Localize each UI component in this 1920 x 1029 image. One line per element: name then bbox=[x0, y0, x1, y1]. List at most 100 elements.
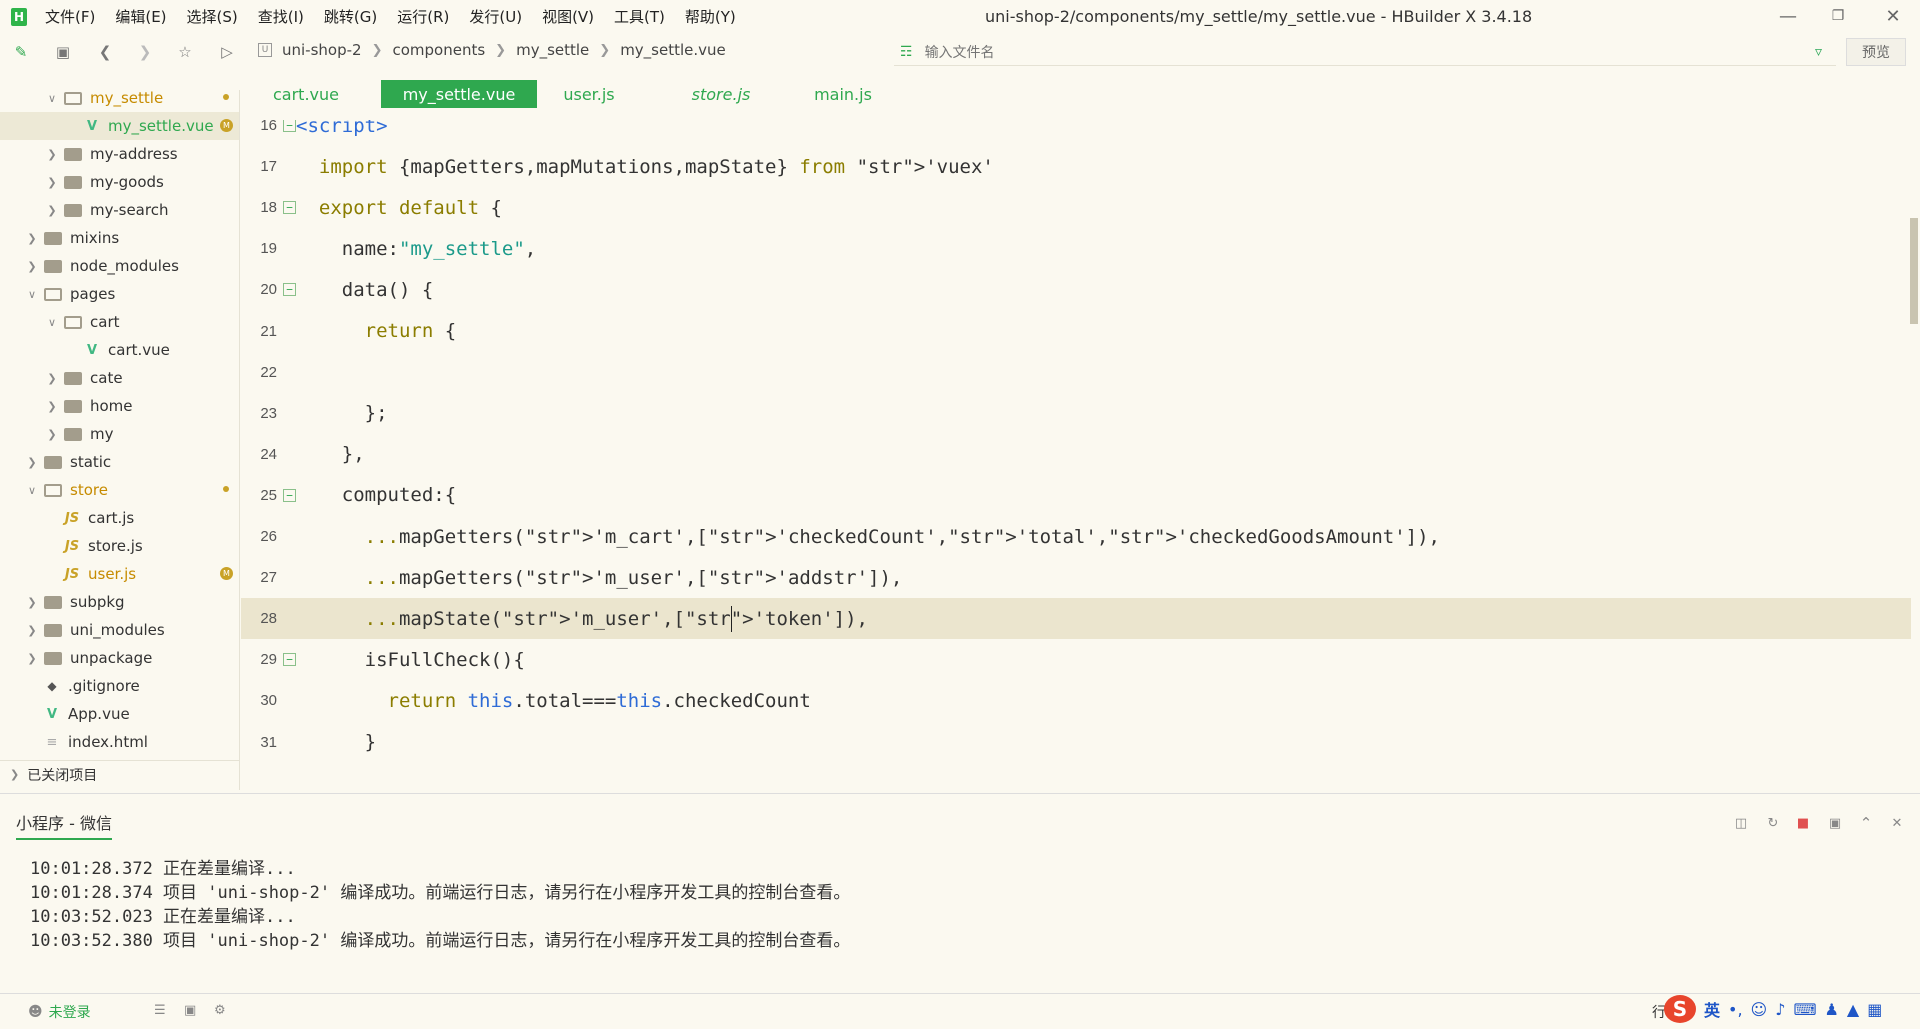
editor-tab[interactable]: my_settle.vue bbox=[381, 80, 537, 108]
tree-item[interactable]: ❯ subpkg bbox=[0, 588, 239, 616]
keyboard-icon[interactable]: ⌨ bbox=[1793, 1000, 1816, 1019]
chevron-down-icon[interactable]: ∨ bbox=[26, 484, 38, 497]
detach-icon[interactable]: ▣ bbox=[1826, 814, 1844, 832]
chevron-down-icon[interactable]: ∨ bbox=[26, 288, 38, 301]
tree-item[interactable]: ∨ my_settle bbox=[0, 90, 239, 112]
emoji-icon[interactable]: ☺ bbox=[1751, 1000, 1768, 1019]
apps-icon[interactable]: ▦ bbox=[1867, 1000, 1882, 1019]
breadcrumb-item[interactable]: components bbox=[392, 41, 485, 59]
menu-item[interactable]: 跳转(G) bbox=[324, 6, 377, 27]
tree-item[interactable]: ❯ my-goods bbox=[0, 168, 239, 196]
tree-item[interactable]: JS user.js M bbox=[0, 560, 239, 588]
code-line[interactable]: 18− export default { bbox=[241, 187, 1911, 228]
chevron-right-icon[interactable]: ❯ bbox=[46, 372, 58, 385]
chevron-right-icon[interactable]: ❯ bbox=[46, 400, 58, 413]
tree-item[interactable]: ❯ unpackage bbox=[0, 644, 239, 672]
tree-item[interactable]: ∨ pages bbox=[0, 280, 239, 308]
filter-icon[interactable]: ▿ bbox=[1815, 44, 1822, 60]
tree-item[interactable]: ❯ node_modules bbox=[0, 252, 239, 280]
terminal-icon[interactable]: ▣ bbox=[184, 1003, 196, 1018]
code-line[interactable]: 23 }; bbox=[241, 393, 1911, 434]
menu-item[interactable]: 编辑(E) bbox=[115, 6, 166, 27]
close-panel-icon[interactable]: ✕ bbox=[1888, 814, 1906, 832]
tree-item[interactable]: ∨ store bbox=[0, 476, 239, 504]
editor-tab[interactable]: main.js bbox=[808, 80, 878, 108]
menu-item[interactable]: 帮助(Y) bbox=[685, 6, 736, 27]
restart-icon[interactable]: ↻ bbox=[1764, 814, 1782, 832]
menu-item[interactable]: 文件(F) bbox=[45, 6, 95, 27]
chevron-up-icon[interactable]: ⌃ bbox=[1857, 814, 1875, 832]
list-icon[interactable]: ☰ bbox=[154, 1003, 166, 1018]
run-icon[interactable]: ▷ bbox=[218, 43, 236, 61]
tree-item[interactable]: ❯ uni_modules bbox=[0, 616, 239, 644]
login-status[interactable]: ☻ 未登录 bbox=[28, 1002, 91, 1022]
stop-icon[interactable]: ■ bbox=[1794, 814, 1812, 832]
tree-item[interactable]: ❯ my-search bbox=[0, 196, 239, 224]
chevron-right-icon[interactable]: ❯ bbox=[26, 596, 38, 609]
menu-item[interactable]: 视图(V) bbox=[542, 6, 594, 27]
tree-item[interactable]: ❯ static bbox=[0, 448, 239, 476]
code-line[interactable]: 31 } bbox=[241, 722, 1911, 763]
menu-item[interactable]: 查找(I) bbox=[258, 6, 304, 27]
code-line[interactable]: 21 return { bbox=[241, 311, 1911, 352]
menu-item[interactable]: 选择(S) bbox=[187, 6, 238, 27]
chevron-right-icon[interactable]: ❯ bbox=[26, 624, 38, 637]
tree-item[interactable]: ❯ my-address bbox=[0, 140, 239, 168]
chevron-down-icon[interactable]: ∨ bbox=[46, 92, 58, 105]
editor-scrollbar[interactable] bbox=[1910, 218, 1918, 324]
tree-item[interactable]: ◆ .gitignore bbox=[0, 672, 239, 700]
chevron-right-icon[interactable]: ❯ bbox=[26, 652, 38, 665]
chevron-right-icon[interactable]: ❯ bbox=[46, 176, 58, 189]
tree-item[interactable]: JS cart.js bbox=[0, 504, 239, 532]
console-tab[interactable]: 小程序 - 微信 bbox=[16, 810, 112, 840]
fold-toggle-icon[interactable]: − bbox=[283, 120, 296, 132]
chevron-right-icon[interactable]: ❯ bbox=[26, 456, 38, 469]
menu-item[interactable]: 发行(U) bbox=[469, 6, 522, 27]
code-line[interactable]: 25− computed:{ bbox=[241, 475, 1911, 516]
code-line[interactable]: 20− data() { bbox=[241, 269, 1911, 310]
star-icon[interactable]: ☆ bbox=[176, 43, 194, 61]
code-line[interactable]: 16− <script> bbox=[241, 120, 1911, 146]
close-button[interactable]: ✕ bbox=[1873, 3, 1913, 29]
tree-item[interactable]: ∨ cart bbox=[0, 308, 239, 336]
mic-icon[interactable]: ♪ bbox=[1775, 1000, 1785, 1019]
code-line[interactable]: 28 ...mapState("str">'m_user',["str">'to… bbox=[241, 598, 1911, 640]
tree-item[interactable]: JS store.js bbox=[0, 532, 239, 560]
editor-tab[interactable]: store.js bbox=[681, 80, 761, 108]
menu-item[interactable]: 运行(R) bbox=[397, 6, 449, 27]
punctuation-icon[interactable]: •, bbox=[1728, 1000, 1743, 1019]
code-line[interactable]: 24 }, bbox=[241, 434, 1911, 475]
breadcrumb-item[interactable]: uni-shop-2 bbox=[282, 41, 362, 59]
closed-projects[interactable]: ❯ 已关闭项目 bbox=[0, 760, 240, 788]
tree-item[interactable]: ≡ index.html bbox=[0, 728, 239, 756]
forward-icon[interactable]: ❯ bbox=[136, 43, 154, 61]
tree-item[interactable]: Vmy_settle.vue M bbox=[0, 112, 239, 140]
save-icon[interactable]: ▣ bbox=[54, 43, 72, 61]
tree-item[interactable]: Vcart.vue bbox=[0, 336, 239, 364]
breadcrumb-item[interactable]: my_settle bbox=[516, 41, 589, 59]
skin-icon[interactable]: ▲ bbox=[1847, 1000, 1859, 1019]
code-line[interactable]: 27 ...mapGetters("str">'m_user',["str">'… bbox=[241, 557, 1911, 598]
breadcrumb-item[interactable]: my_settle.vue bbox=[620, 41, 726, 59]
new-file-icon[interactable]: ✎ bbox=[12, 43, 30, 61]
code-line[interactable]: 22 bbox=[241, 352, 1911, 393]
user-icon[interactable]: ♟ bbox=[1825, 1000, 1839, 1019]
code-line[interactable]: 26 ...mapGetters("str">'m_cart',["str">'… bbox=[241, 516, 1911, 557]
chevron-right-icon[interactable]: ❯ bbox=[26, 260, 38, 273]
back-icon[interactable]: ❮ bbox=[96, 43, 114, 61]
fold-toggle-icon[interactable]: − bbox=[283, 488, 296, 502]
tree-item[interactable]: ❯ my bbox=[0, 420, 239, 448]
menu-item[interactable]: 工具(T) bbox=[614, 6, 665, 27]
editor-tab[interactable]: cart.vue bbox=[261, 80, 351, 108]
code-line[interactable]: 29− isFullCheck(){ bbox=[241, 639, 1911, 680]
file-search-input[interactable] bbox=[924, 43, 1725, 60]
code-line[interactable]: 19 name:"my_settle", bbox=[241, 228, 1911, 269]
tree-item[interactable]: V App.vue bbox=[0, 700, 239, 728]
tree-item[interactable]: ❯ cate bbox=[0, 364, 239, 392]
clear-console-icon[interactable]: ◫ bbox=[1732, 814, 1750, 832]
chevron-right-icon[interactable]: ❯ bbox=[46, 428, 58, 441]
preview-button[interactable]: 预览 bbox=[1846, 38, 1906, 66]
fold-toggle-icon[interactable]: − bbox=[283, 653, 296, 667]
chevron-right-icon[interactable]: ❯ bbox=[46, 148, 58, 161]
fold-toggle-icon[interactable]: − bbox=[283, 283, 296, 297]
